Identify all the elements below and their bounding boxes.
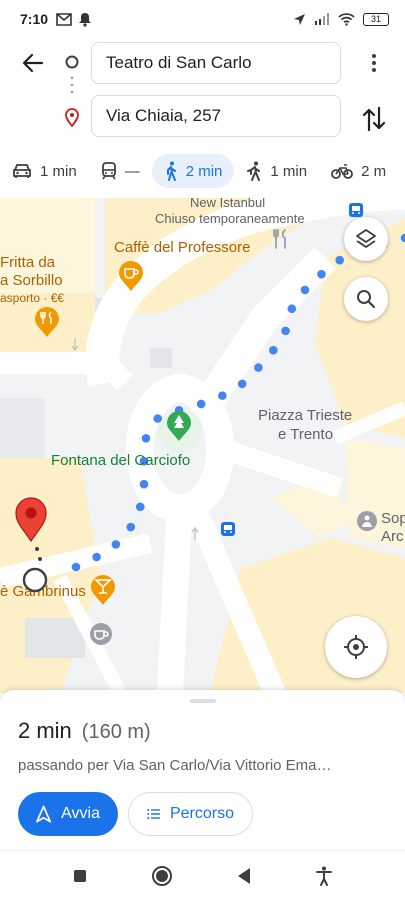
my-location-button[interactable] [325,616,387,678]
tab-ride-service-label: 1 min [270,162,308,180]
route-dot [218,391,227,400]
map-label-fritta-1[interactable]: Fritta da [0,254,55,271]
route-dot [111,540,121,549]
route-dot [254,363,263,372]
gmail-icon [56,12,72,26]
search-along-route-button[interactable] [344,277,388,321]
back-triangle-icon[interactable] [236,867,252,885]
route-dot [287,304,297,314]
landmark-pin-icon[interactable] [356,510,378,532]
map-label-closed: Chiuso temporaneamente [155,211,305,226]
walk-icon [166,161,176,181]
battery-icon: 31 [363,12,389,26]
transit-icon [101,162,116,180]
map-label-piazza-1[interactable]: Piazza Trieste [258,407,352,424]
route-dot [92,552,101,562]
route-dot [281,326,290,336]
fountain-pin-icon[interactable] [166,410,192,442]
tab-transit-label: — [124,162,140,180]
map-label-piazza-2[interactable]: e Trento [278,426,333,443]
search-icon [357,290,376,309]
recent-apps-icon[interactable] [72,868,88,884]
navigation-arrow-icon [36,805,52,823]
map-view[interactable]: New Istanbul Chiuso temporaneamente Caff… [0,198,405,693]
list-icon [147,808,160,820]
maps-directions-screen: 7:10 31 Teatro di San Carlo Via Chiaia, … [0,0,405,900]
start-label: Avvia [61,805,100,822]
location-arrow-icon [294,13,305,25]
map-label-fontana[interactable]: Fontana del Carciofo [51,452,190,469]
route-distance: (160 m) [81,721,151,743]
directions-header: Teatro di San Carlo Via Chiaia, 257 [0,38,405,144]
route-dot [126,522,136,532]
car-icon [13,164,31,178]
swap-icon[interactable] [360,104,388,134]
start-navigation-button[interactable]: Avvia [18,792,118,836]
android-navigation-bar [0,850,405,900]
route-dot [269,345,278,355]
route-dot [141,433,151,443]
tab-cycling-label: 2 m [361,162,387,180]
tab-cycling[interactable]: 2 m [319,154,398,188]
route-dot [300,285,310,295]
bar-pin-icon[interactable] [90,574,116,606]
route-dot [317,269,326,279]
ride-icon [247,161,261,181]
route-dot [135,502,145,512]
route-dot [139,479,149,489]
signal-icon [315,13,329,25]
route-connector-icon [65,55,79,128]
origin-marker-icon [22,567,48,593]
destination-input[interactable]: Via Chiaia, 257 [91,95,341,137]
map-label-sop-1[interactable]: Sop [381,510,405,527]
route-eta: 2 min (160 m) [18,718,151,744]
route-steps-button[interactable]: Percorso [128,792,253,836]
route-dot [153,414,162,423]
restaurant-pin-icon[interactable] [34,306,60,338]
sheet-drag-handle[interactable] [190,699,216,703]
restaurant-icon[interactable] [270,228,292,250]
steps-label: Percorso [169,805,234,822]
tab-transit[interactable]: — [89,154,152,188]
tab-walking-label: 2 min [185,162,223,180]
layers-icon [356,229,376,248]
tab-walking[interactable]: 2 min [151,154,235,188]
route-dot [71,562,81,572]
arrow-back-icon [22,53,44,73]
route-connector-dot [35,547,39,551]
home-icon[interactable] [151,865,173,887]
tab-driving[interactable]: 1 min [0,154,89,188]
status-bar: 7:10 31 [0,0,405,38]
tab-driving-label: 1 min [40,162,77,180]
map-label-sop-2[interactable]: Arc [381,528,404,545]
back-button[interactable] [18,48,48,78]
route-via: passando per Via San Carlo/Via Vittorio … [18,757,332,774]
route-dot [196,399,206,409]
route-summary-sheet[interactable]: 2 min (160 m) passando per Via San Carlo… [0,690,405,850]
route-connector-dot [38,557,42,561]
bike-icon [331,164,353,179]
bus-stop-icon[interactable] [348,202,364,218]
route-dot [400,233,405,243]
tab-ride-service[interactable]: 1 min [234,154,319,188]
route-dot [237,379,247,389]
route-dot [335,255,345,265]
wifi-icon [338,12,355,26]
notification-bell-icon [79,12,92,27]
travel-mode-tabs: 1 min — 2 min 1 min 2 m [0,148,405,194]
map-label-fritta-3: asporto · €€ [0,291,65,305]
cafe-pin-icon[interactable] [118,260,144,292]
layers-button[interactable] [344,217,388,261]
accessibility-icon[interactable] [315,866,333,886]
cafe-icon[interactable] [89,622,113,646]
origin-input[interactable]: Teatro di San Carlo [91,42,341,84]
map-label-caffe-professore[interactable]: Caffè del Professore [114,239,250,256]
status-time: 7:10 [20,11,49,27]
route-duration: 2 min [18,718,72,743]
more-options-button[interactable] [360,48,388,78]
destination-pin-icon[interactable] [14,496,48,542]
bus-stop-icon-2[interactable] [220,521,236,537]
crosshair-icon [344,635,368,659]
map-label-fritta-2[interactable]: a Sorbillo [0,272,63,289]
